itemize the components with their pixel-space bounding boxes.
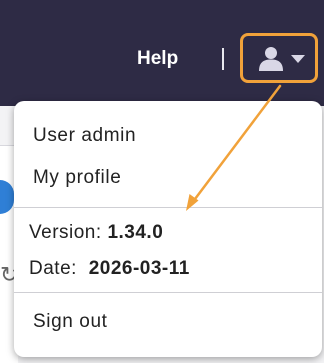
top-navigation-bar: Help <box>0 0 324 106</box>
user-menu-button[interactable] <box>240 33 318 83</box>
user-icon <box>259 47 283 71</box>
version-info: Version: 1.34.0 <box>29 221 163 245</box>
version-value: 1.34.0 <box>107 222 164 243</box>
date-info: Date: 2026-03-11 <box>29 257 190 281</box>
help-link[interactable]: Help <box>137 47 178 71</box>
menu-separator <box>14 207 322 208</box>
date-label: Date: <box>29 258 77 279</box>
menu-item-user-admin[interactable]: User admin <box>33 124 136 148</box>
header-divider <box>222 48 224 70</box>
user-dropdown-menu: User admin My profile Version: 1.34.0 Da… <box>14 101 322 357</box>
menu-item-my-profile[interactable]: My profile <box>33 166 121 190</box>
menu-separator <box>14 292 322 293</box>
date-value: 2026-03-11 <box>88 258 190 279</box>
menu-item-sign-out[interactable]: Sign out <box>33 310 108 334</box>
background-refresh-icon: ↻ <box>0 262 14 287</box>
version-label: Version: <box>29 222 102 243</box>
caret-down-icon <box>291 55 305 63</box>
